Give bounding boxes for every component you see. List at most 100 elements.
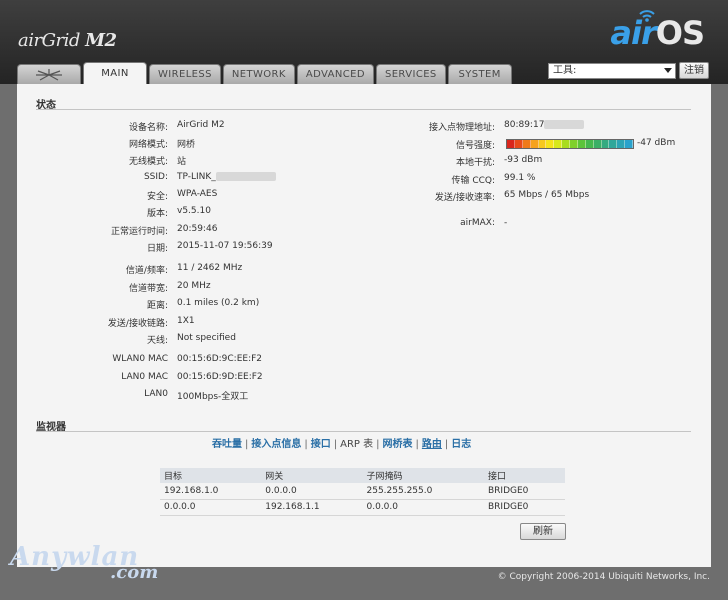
column-header: 子网掩码: [362, 468, 484, 483]
status-label: 接入点物理地址:: [428, 123, 495, 133]
status-value-text: 网桥: [177, 140, 196, 150]
status-label: 版本:: [146, 209, 168, 219]
signal-segment: [585, 140, 594, 148]
status-label: 日期:: [146, 244, 168, 254]
status-value: 99.1 %: [504, 173, 535, 183]
signal-segment: [507, 140, 515, 148]
table-header-row: 目标 网关 子网掩码 接口: [160, 468, 565, 483]
refresh-button[interactable]: 刷新: [520, 523, 566, 540]
status-value-text: v5.5.10: [177, 206, 211, 216]
status-value-text: 100Mbps-全双工: [177, 392, 249, 402]
tab-network[interactable]: NETWORK: [222, 64, 295, 84]
signal-segment: [546, 140, 555, 148]
monitor-link[interactable]: 接口: [311, 439, 331, 450]
signal-segment: [554, 140, 563, 148]
status-value-text: 站: [177, 157, 187, 167]
column-header: 接口: [484, 468, 565, 483]
table-cell: 192.168.1.0: [160, 483, 262, 500]
link-separator: |: [415, 439, 419, 450]
table-cell: BRIDGE0: [484, 483, 565, 500]
status-value-text: 0.1 miles (0.2 km): [177, 298, 260, 308]
table-cell: 0.0.0.0: [261, 483, 363, 500]
monitor-link[interactable]: 网桥表: [383, 439, 413, 450]
monitor-link[interactable]: 接入点信息: [251, 439, 301, 450]
logo-text-model: M2: [85, 30, 117, 51]
status-value-text: 1X1: [177, 316, 195, 326]
status-value-text: 2015-11-07 19:56:39: [177, 241, 273, 251]
main-tabs: MAIN WIRELESS NETWORK ADVANCED SERVICES …: [17, 62, 512, 84]
status-value-text: WPA-AES: [177, 189, 218, 199]
airgrid-logo: airGrid M2: [18, 30, 117, 51]
status-value: WPA-AES: [177, 189, 217, 199]
signal-strength-bar: [506, 139, 634, 149]
status-value: 2015-11-07 19:56:39: [177, 241, 273, 251]
status-label: 天线:: [146, 336, 168, 346]
table-cell: 0.0.0.0: [160, 499, 262, 516]
status-value-text: Not specified: [177, 333, 236, 343]
signal-segment: [514, 140, 523, 148]
tab-services[interactable]: SERVICES: [375, 64, 446, 84]
logo-text-grid: Grid: [41, 30, 81, 51]
signal-segment: [617, 140, 626, 148]
status-value: -: [504, 218, 507, 228]
status-label: 无线模式:: [128, 157, 168, 167]
logo-text-air: air: [610, 14, 656, 52]
airos-logo: airOS: [610, 14, 705, 52]
tab-main[interactable]: MAIN: [83, 62, 147, 84]
monitor-link[interactable]: 吞吐量: [212, 439, 242, 450]
status-value: 00:15:6D:9D:EE:F2: [177, 372, 263, 382]
status-label: 信道/频率:: [125, 266, 168, 276]
status-value-text: 20:59:46: [177, 224, 218, 234]
redacted-mask: [215, 172, 276, 181]
status-label: 信道带宽:: [128, 284, 168, 294]
signal-segment: [522, 140, 531, 148]
tab-advanced[interactable]: ADVANCED: [296, 64, 374, 84]
status-value-text: -93 dBm: [504, 155, 543, 165]
status-value: 1X1: [177, 316, 195, 326]
tab-wireless[interactable]: WIRELESS: [149, 64, 221, 84]
table-cell: BRIDGE0: [484, 499, 565, 516]
monitor-link[interactable]: ARP 表: [340, 439, 373, 450]
status-label: airMAX:: [460, 218, 495, 228]
signal-segment: [601, 140, 610, 148]
logout-button[interactable]: 注销: [679, 62, 709, 79]
tab-system[interactable]: SYSTEM: [447, 64, 512, 84]
status-value: -93 dBm: [504, 155, 542, 165]
tools-select[interactable]: 工具:: [548, 63, 676, 79]
ubiquiti-logo-icon: [36, 69, 62, 81]
table-cell: 255.255.255.0: [362, 483, 484, 500]
watermark-text: .com: [110, 562, 159, 583]
status-value: 80:89:17: [504, 120, 585, 130]
status-value: 网桥: [177, 137, 195, 150]
status-value-text: 80:89:17: [504, 120, 545, 130]
status-value: 站: [177, 154, 186, 167]
status-label: LAN0: [144, 389, 168, 399]
status-label: 安全:: [146, 192, 168, 202]
monitor-link[interactable]: 路由: [422, 439, 442, 450]
logo-text-air: air: [18, 30, 42, 51]
signal-segment: [593, 140, 602, 148]
signal-segment: [577, 140, 586, 148]
link-separator: |: [444, 439, 449, 450]
status-label: 传输 CCQ:: [451, 176, 495, 186]
status-value-text: TP-LINK_: [177, 172, 216, 182]
status-value-text: -47 dBm: [637, 138, 676, 148]
link-separator: |: [245, 439, 249, 450]
copyright-text: © Copyright 2006-2014 Ubiquiti Networks,…: [497, 572, 710, 582]
monitor-link[interactable]: 日志: [451, 439, 471, 450]
chevron-down-icon: [664, 68, 672, 73]
status-value-text: 99.1 %: [504, 173, 536, 183]
signal-segment: [562, 140, 570, 148]
main-panel: 状态 设备名称: AirGrid M2 网络模式: 网桥 无线模式: 站 SSID: TP-L…: [17, 84, 711, 567]
divider: [36, 431, 691, 432]
logo-text-os: OS: [655, 14, 705, 52]
status-value-text: 00:15:6D:9C:EE:F2: [177, 354, 263, 364]
status-value: 11 / 2462 MHz: [177, 263, 242, 273]
table-row: 0.0.0.0 192.168.1.1 0.0.0.0 BRIDGE0: [160, 499, 565, 516]
status-label: 本地干扰:: [455, 158, 495, 168]
tools-select-value: 工具:: [553, 65, 577, 76]
signal-segment: [530, 140, 539, 148]
tab-ubnt-logo[interactable]: [17, 64, 81, 84]
status-value: TP-LINK_: [177, 172, 276, 182]
column-header: 目标: [160, 468, 262, 483]
